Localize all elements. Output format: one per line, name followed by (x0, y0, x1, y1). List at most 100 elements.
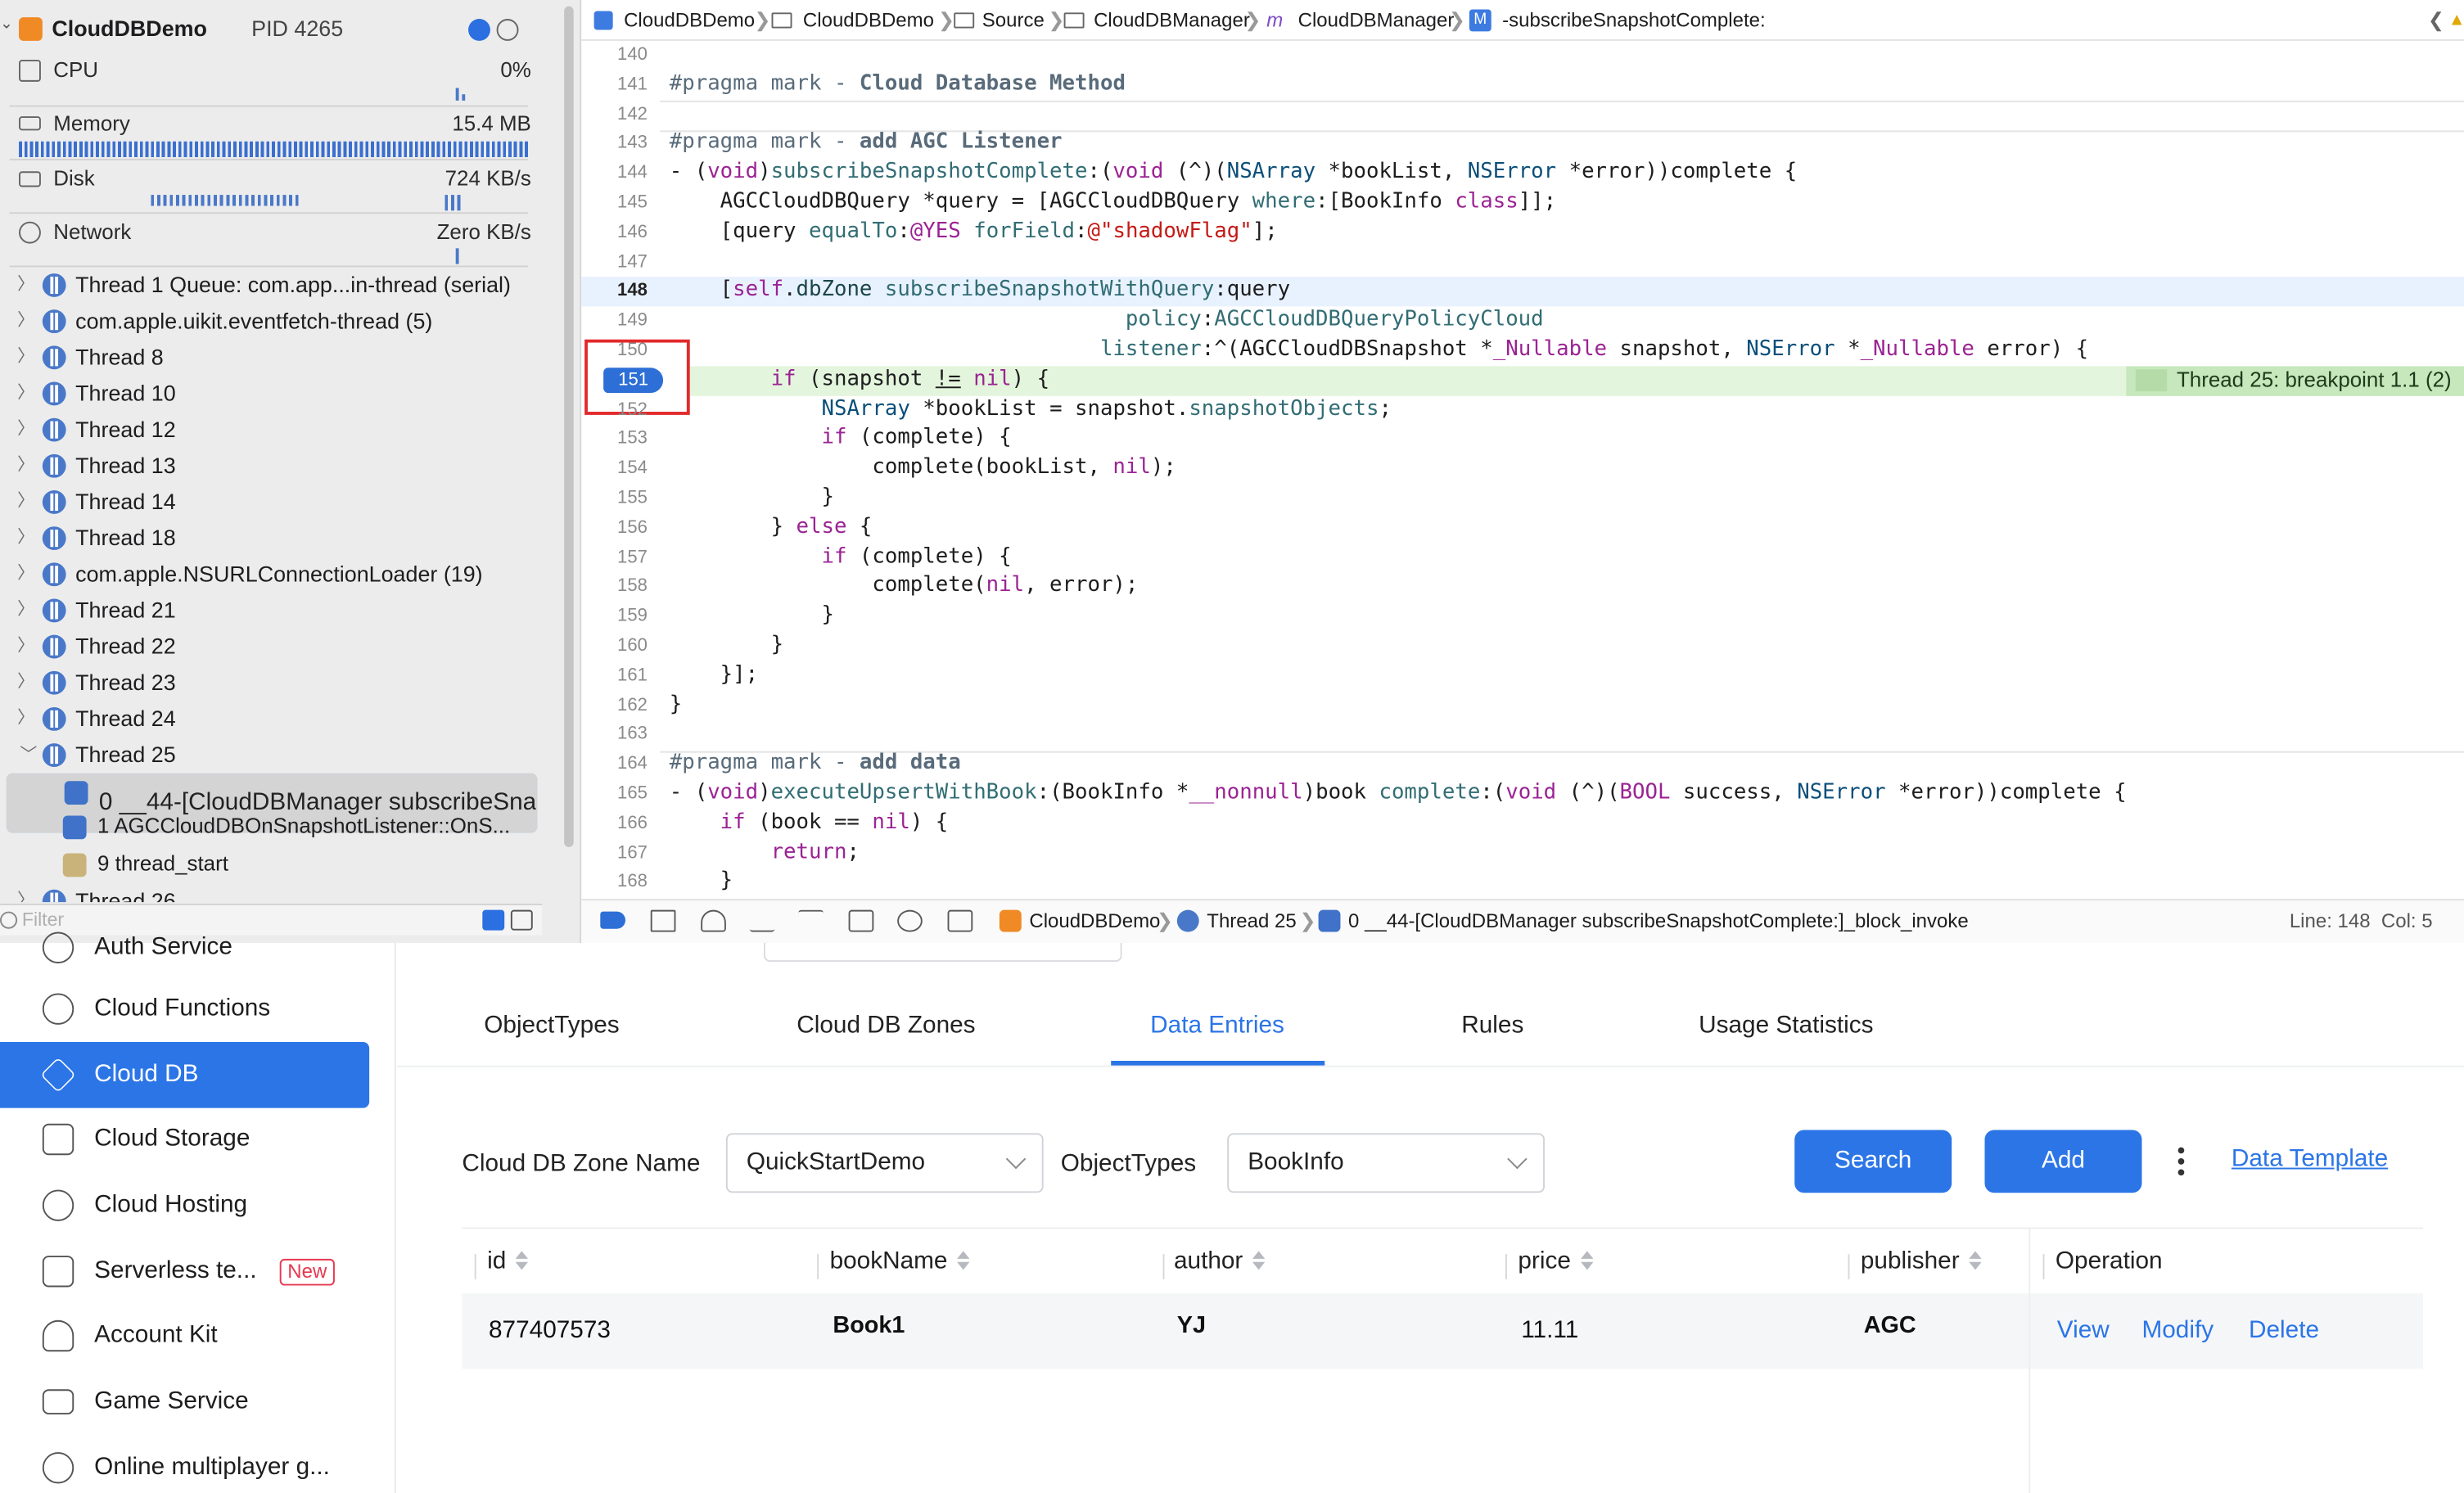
process-header[interactable]: ⌄ CloudDBDemo PID 4265 (0, 16, 566, 47)
sidebar-item-cloud-hosting[interactable]: Cloud Hosting (0, 1172, 369, 1238)
disk-value: 724 KB/s (445, 166, 531, 191)
data-template-link[interactable]: Data Template (2232, 1146, 2388, 1175)
chevron-right-icon[interactable]: 〉 (17, 267, 36, 301)
jump-crumb[interactable]: -subscribeSnapshotComplete: (1502, 0, 1765, 41)
sidebar-item-cloud-storage[interactable]: Cloud Storage (0, 1107, 369, 1173)
info-icon[interactable] (468, 19, 490, 41)
sidebar-item-online-multiplayer[interactable]: Online multiplayer g... (0, 1435, 369, 1493)
thread-icon (42, 490, 66, 514)
user-icon (42, 1319, 74, 1352)
zone-name-select[interactable]: QuickStartDemo (725, 1133, 1044, 1193)
thread-row[interactable]: 〉 Thread 13 (0, 448, 542, 482)
thread-row[interactable]: 〉 Thread 18 (0, 521, 542, 555)
memory-label: Memory (53, 111, 130, 136)
chevron-right-icon[interactable]: 〉 (17, 484, 36, 518)
step-over-icon[interactable] (701, 909, 726, 932)
thread-row[interactable]: 〉 Thread 26 (0, 883, 542, 903)
view-hierarchy-icon[interactable] (848, 909, 874, 932)
jump-bar[interactable]: CloudDBDemo ❯ CloudDBDemo ❯ Source ❯ Clo… (581, 0, 2464, 41)
chevron-right-icon[interactable]: 〉 (17, 701, 36, 735)
step-into-icon[interactable] (749, 910, 775, 932)
column-publisher[interactable]: publisher (1861, 1247, 1983, 1276)
tab-cloud-db-zones[interactable]: Cloud DB Zones (797, 1012, 975, 1040)
code-line: 167 return; (617, 840, 860, 864)
tab-usage-statistics[interactable]: Usage Statistics (1699, 1012, 1873, 1040)
sidebar-item-serverless[interactable]: Serverless te... New (0, 1238, 369, 1305)
jump-crumb[interactable]: CloudDBDemo (803, 0, 934, 41)
stack-frame[interactable]: 1 AGCCloudDBOnSnapshotListener::OnS... (0, 810, 542, 844)
chevron-down-icon[interactable]: 〉 (10, 745, 44, 764)
sidebar-item-auth-service[interactable]: Auth Service (0, 914, 369, 981)
annotation-lines-icon (2136, 369, 2168, 392)
navigator-scrollbar[interactable] (564, 6, 574, 847)
chevron-right-icon[interactable]: 〉 (17, 340, 36, 374)
thread-row[interactable]: 〉 Thread 22 (0, 629, 542, 663)
cpu-value: 0% (500, 58, 531, 82)
stack-frame[interactable]: 9 thread_start (0, 847, 542, 882)
jump-crumb[interactable]: Source (982, 0, 1045, 41)
column-bookname[interactable]: bookName (830, 1247, 972, 1276)
modify-link[interactable]: Modify (2141, 1317, 2214, 1346)
thread-row[interactable]: 〉 Thread 21 (0, 593, 542, 627)
chevron-right-icon[interactable]: 〉 (17, 665, 36, 699)
delete-link[interactable]: Delete (2249, 1317, 2319, 1346)
breakpoints-toggle-icon[interactable] (600, 911, 626, 929)
thread-row[interactable]: 〉 Thread 12 (0, 412, 542, 446)
sidebar-item-cloud-db[interactable]: Cloud DB (0, 1041, 370, 1108)
sidebar-item-cloud-functions[interactable]: Cloud Functions (0, 976, 369, 1042)
tab-objecttypes[interactable]: ObjectTypes (484, 1012, 619, 1040)
filter-option-icon[interactable] (510, 909, 533, 931)
vs-icon (42, 1452, 74, 1484)
debug-crumb[interactable]: Thread 25 (1207, 900, 1296, 941)
chevron-right-icon[interactable]: 〉 (17, 412, 36, 446)
more-options-icon[interactable] (2177, 1147, 2186, 1179)
chevron-right-icon[interactable]: 〉 (17, 304, 36, 338)
objecttypes-select[interactable]: BookInfo (1227, 1133, 1546, 1193)
chevron-right-icon[interactable]: 〉 (17, 557, 36, 591)
thread-row[interactable]: 〉 Thread 10 (0, 376, 542, 410)
jump-crumb[interactable]: CloudDBManager (1298, 0, 1455, 41)
thread-row[interactable]: 〉 Thread 1 Queue: com.app...in-thread (se… (0, 267, 542, 301)
thread-row[interactable]: 〉 Thread 24 (0, 701, 542, 735)
jump-crumb[interactable]: CloudDBManager (1094, 0, 1250, 41)
thread-row[interactable]: 〉 com.apple.uikit.eventfetch-thread (5) (0, 304, 542, 338)
memory-graph-icon[interactable] (897, 909, 923, 932)
method-icon: M (1469, 9, 1491, 32)
thread-row[interactable]: 〉 Thread 23 (0, 665, 542, 699)
thread-view-icon[interactable] (496, 19, 519, 41)
filter-option-icon[interactable] (482, 909, 505, 931)
step-out-icon[interactable] (798, 909, 824, 932)
thread-icon (42, 743, 66, 767)
chevron-right-icon[interactable]: 〉 (17, 376, 36, 410)
thread-row[interactable]: 〉 com.apple.NSURLConnectionLoader (19) (0, 557, 542, 591)
chevron-right-icon[interactable]: 〉 (17, 593, 36, 627)
chevron-right-icon[interactable]: 〉 (17, 629, 36, 663)
chevron-right-icon[interactable]: 〉 (17, 521, 36, 555)
column-id[interactable]: id (487, 1247, 530, 1276)
code-line: 144- (void)subscribeSnapshotComplete:(vo… (617, 160, 1798, 184)
debug-crumb[interactable]: 0 __44-[CloudDBManager subscribeSnapshot… (1348, 900, 1969, 941)
search-button[interactable]: Search (1794, 1130, 1952, 1193)
thread-icon (42, 381, 66, 406)
chevron-right-icon[interactable]: 〉 (17, 448, 36, 482)
sidebar-item-account-kit[interactable]: Account Kit (0, 1303, 369, 1369)
thread-row-expanded[interactable]: 〉 Thread 25 (0, 737, 542, 771)
column-price[interactable]: price (1518, 1247, 1594, 1276)
cpu-label: CPU (53, 58, 99, 82)
sidebar-item-game-service[interactable]: Game Service (0, 1369, 369, 1435)
view-link[interactable]: View (2057, 1317, 2110, 1346)
jump-crumb[interactable]: CloudDBDemo (624, 0, 755, 41)
thread-row[interactable]: 〉 Thread 8 (0, 340, 542, 374)
thread-row[interactable]: 〉 Thread 14 (0, 484, 542, 518)
debug-crumb[interactable]: CloudDBDemo (1029, 900, 1160, 941)
add-button[interactable]: Add (1984, 1130, 2142, 1193)
simulate-location-icon[interactable] (947, 909, 973, 932)
navigate-back-icon[interactable]: ❮ (2428, 0, 2444, 41)
continue-icon[interactable] (650, 909, 676, 932)
partial-select[interactable] (763, 943, 1122, 963)
tab-data-entries[interactable]: Data Entries (1150, 1012, 1284, 1040)
tab-rules[interactable]: Rules (1461, 1012, 1523, 1040)
code-area[interactable]: 140 141 #pragma mark - Cloud Database Met… (581, 41, 2464, 899)
warning-icon[interactable]: ▲ (2448, 0, 2464, 41)
column-author[interactable]: author (1174, 1247, 1266, 1276)
